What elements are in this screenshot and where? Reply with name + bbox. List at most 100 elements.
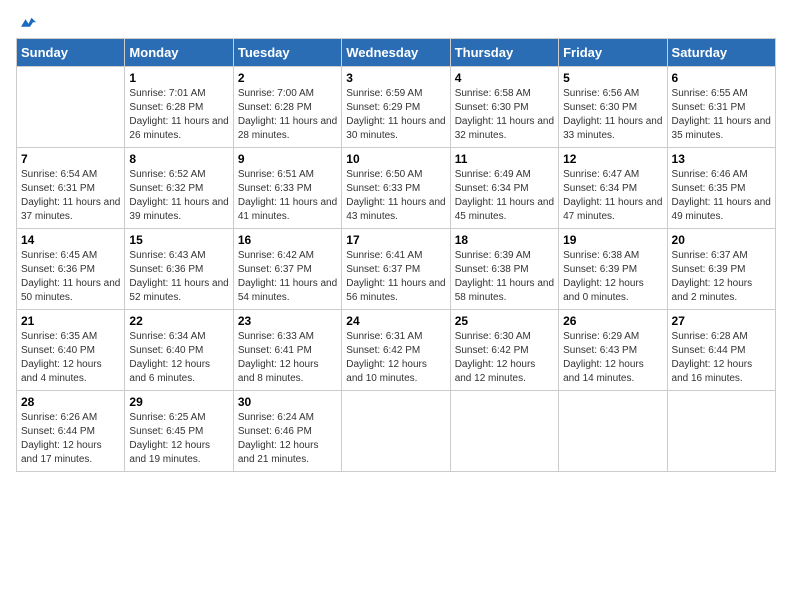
- day-of-week-monday: Monday: [125, 39, 233, 67]
- day-info: Sunrise: 6:41 AMSunset: 6:37 PMDaylight:…: [346, 249, 445, 305]
- calendar-body: 1 Sunrise: 7:01 AMSunset: 6:28 PMDaylight…: [17, 67, 776, 472]
- day-of-week-wednesday: Wednesday: [342, 39, 450, 67]
- day-of-week-friday: Friday: [559, 39, 667, 67]
- day-info: Sunrise: 7:01 AMSunset: 6:28 PMDaylight:…: [129, 87, 228, 143]
- day-info: Sunrise: 6:25 AMSunset: 6:45 PMDaylight:…: [129, 411, 228, 467]
- calendar-cell: 25 Sunrise: 6:30 AMSunset: 6:42 PMDayligh…: [450, 310, 558, 391]
- calendar-cell: 23 Sunrise: 6:33 AMSunset: 6:41 PMDayligh…: [233, 310, 341, 391]
- day-number: 16: [238, 233, 337, 247]
- day-info: Sunrise: 6:56 AMSunset: 6:30 PMDaylight:…: [563, 87, 662, 143]
- calendar-cell: 28Sunrise: 6:26 AMSunset: 6:44 PMDayligh…: [17, 391, 125, 472]
- day-info: Sunrise: 6:37 AMSunset: 6:39 PMDaylight:…: [672, 249, 771, 305]
- week-row-4: 21Sunrise: 6:35 AMSunset: 6:40 PMDayligh…: [17, 310, 776, 391]
- calendar-cell: 21Sunrise: 6:35 AMSunset: 6:40 PMDayligh…: [17, 310, 125, 391]
- calendar-cell: 11 Sunrise: 6:49 AMSunset: 6:34 PMDayligh…: [450, 148, 558, 229]
- day-number: 3: [346, 71, 445, 85]
- logo: [16, 16, 36, 30]
- calendar-cell: [559, 391, 667, 472]
- day-info: Sunrise: 6:34 AMSunset: 6:40 PMDaylight:…: [129, 330, 228, 386]
- calendar-cell: 1 Sunrise: 7:01 AMSunset: 6:28 PMDaylight…: [125, 67, 233, 148]
- day-info: Sunrise: 6:33 AMSunset: 6:41 PMDaylight:…: [238, 330, 337, 386]
- day-number: 9: [238, 152, 337, 166]
- calendar-cell: 17 Sunrise: 6:41 AMSunset: 6:37 PMDayligh…: [342, 229, 450, 310]
- calendar-header: SundayMondayTuesdayWednesdayThursdayFrid…: [17, 39, 776, 67]
- calendar-cell: 4 Sunrise: 6:58 AMSunset: 6:30 PMDaylight…: [450, 67, 558, 148]
- calendar-cell: 20 Sunrise: 6:37 AMSunset: 6:39 PMDayligh…: [667, 229, 775, 310]
- calendar-cell: 5 Sunrise: 6:56 AMSunset: 6:30 PMDaylight…: [559, 67, 667, 148]
- day-of-week-thursday: Thursday: [450, 39, 558, 67]
- day-number: 19: [563, 233, 662, 247]
- day-number: 25: [455, 314, 554, 328]
- day-headers-row: SundayMondayTuesdayWednesdayThursdayFrid…: [17, 39, 776, 67]
- day-info: Sunrise: 6:31 AMSunset: 6:42 PMDaylight:…: [346, 330, 445, 386]
- week-row-3: 14Sunrise: 6:45 AMSunset: 6:36 PMDayligh…: [17, 229, 776, 310]
- day-info: Sunrise: 6:52 AMSunset: 6:32 PMDaylight:…: [129, 168, 228, 224]
- day-number: 2: [238, 71, 337, 85]
- calendar-cell: 19 Sunrise: 6:38 AMSunset: 6:39 PMDayligh…: [559, 229, 667, 310]
- day-number: 8: [129, 152, 228, 166]
- calendar-cell: [17, 67, 125, 148]
- day-info: Sunrise: 6:35 AMSunset: 6:40 PMDaylight:…: [21, 330, 120, 386]
- day-info: Sunrise: 6:47 AMSunset: 6:34 PMDaylight:…: [563, 168, 662, 224]
- day-number: 22: [129, 314, 228, 328]
- day-info: Sunrise: 6:55 AMSunset: 6:31 PMDaylight:…: [672, 87, 771, 143]
- day-info: Sunrise: 6:50 AMSunset: 6:33 PMDaylight:…: [346, 168, 445, 224]
- day-number: 15: [129, 233, 228, 247]
- day-number: 4: [455, 71, 554, 85]
- day-info: Sunrise: 6:51 AMSunset: 6:33 PMDaylight:…: [238, 168, 337, 224]
- day-number: 23: [238, 314, 337, 328]
- day-info: Sunrise: 6:42 AMSunset: 6:37 PMDaylight:…: [238, 249, 337, 305]
- calendar-cell: 7Sunrise: 6:54 AMSunset: 6:31 PMDaylight…: [17, 148, 125, 229]
- day-number: 5: [563, 71, 662, 85]
- day-number: 12: [563, 152, 662, 166]
- day-info: Sunrise: 6:26 AMSunset: 6:44 PMDaylight:…: [21, 411, 120, 467]
- day-info: Sunrise: 6:30 AMSunset: 6:42 PMDaylight:…: [455, 330, 554, 386]
- calendar-cell: 9 Sunrise: 6:51 AMSunset: 6:33 PMDaylight…: [233, 148, 341, 229]
- day-info: Sunrise: 6:49 AMSunset: 6:34 PMDaylight:…: [455, 168, 554, 224]
- day-info: Sunrise: 6:46 AMSunset: 6:35 PMDaylight:…: [672, 168, 771, 224]
- calendar-cell: 3 Sunrise: 6:59 AMSunset: 6:29 PMDaylight…: [342, 67, 450, 148]
- day-info: Sunrise: 6:43 AMSunset: 6:36 PMDaylight:…: [129, 249, 228, 305]
- day-number: 18: [455, 233, 554, 247]
- calendar-cell: 24Sunrise: 6:31 AMSunset: 6:42 PMDayligh…: [342, 310, 450, 391]
- day-number: 29: [129, 395, 228, 409]
- day-info: Sunrise: 6:39 AMSunset: 6:38 PMDaylight:…: [455, 249, 554, 305]
- day-number: 10: [346, 152, 445, 166]
- day-number: 13: [672, 152, 771, 166]
- day-number: 14: [21, 233, 120, 247]
- day-info: Sunrise: 6:59 AMSunset: 6:29 PMDaylight:…: [346, 87, 445, 143]
- calendar-cell: [450, 391, 558, 472]
- calendar-cell: [342, 391, 450, 472]
- calendar-cell: 18 Sunrise: 6:39 AMSunset: 6:38 PMDayligh…: [450, 229, 558, 310]
- calendar-cell: 13 Sunrise: 6:46 AMSunset: 6:35 PMDayligh…: [667, 148, 775, 229]
- day-number: 30: [238, 395, 337, 409]
- calendar-cell: 16 Sunrise: 6:42 AMSunset: 6:37 PMDayligh…: [233, 229, 341, 310]
- calendar-cell: 15 Sunrise: 6:43 AMSunset: 6:36 PMDayligh…: [125, 229, 233, 310]
- calendar-table: SundayMondayTuesdayWednesdayThursdayFrid…: [16, 38, 776, 472]
- day-info: Sunrise: 7:00 AMSunset: 6:28 PMDaylight:…: [238, 87, 337, 143]
- calendar-cell: 2 Sunrise: 7:00 AMSunset: 6:28 PMDaylight…: [233, 67, 341, 148]
- day-info: Sunrise: 6:29 AMSunset: 6:43 PMDaylight:…: [563, 330, 662, 386]
- day-info: Sunrise: 6:38 AMSunset: 6:39 PMDaylight:…: [563, 249, 662, 305]
- week-row-5: 28Sunrise: 6:26 AMSunset: 6:44 PMDayligh…: [17, 391, 776, 472]
- day-info: Sunrise: 6:58 AMSunset: 6:30 PMDaylight:…: [455, 87, 554, 143]
- day-of-week-tuesday: Tuesday: [233, 39, 341, 67]
- day-number: 7: [21, 152, 120, 166]
- day-number: 6: [672, 71, 771, 85]
- day-number: 1: [129, 71, 228, 85]
- day-of-week-saturday: Saturday: [667, 39, 775, 67]
- calendar-cell: [667, 391, 775, 472]
- day-number: 11: [455, 152, 554, 166]
- calendar-cell: 29 Sunrise: 6:25 AMSunset: 6:45 PMDayligh…: [125, 391, 233, 472]
- calendar-cell: 6 Sunrise: 6:55 AMSunset: 6:31 PMDaylight…: [667, 67, 775, 148]
- week-row-1: 1 Sunrise: 7:01 AMSunset: 6:28 PMDaylight…: [17, 67, 776, 148]
- day-number: 20: [672, 233, 771, 247]
- calendar-cell: 14Sunrise: 6:45 AMSunset: 6:36 PMDayligh…: [17, 229, 125, 310]
- day-number: 17: [346, 233, 445, 247]
- calendar-cell: 30 Sunrise: 6:24 AMSunset: 6:46 PMDayligh…: [233, 391, 341, 472]
- calendar-cell: 8 Sunrise: 6:52 AMSunset: 6:32 PMDaylight…: [125, 148, 233, 229]
- day-of-week-sunday: Sunday: [17, 39, 125, 67]
- day-info: Sunrise: 6:24 AMSunset: 6:46 PMDaylight:…: [238, 411, 337, 467]
- calendar-cell: 10 Sunrise: 6:50 AMSunset: 6:33 PMDayligh…: [342, 148, 450, 229]
- calendar-cell: 26Sunrise: 6:29 AMSunset: 6:43 PMDayligh…: [559, 310, 667, 391]
